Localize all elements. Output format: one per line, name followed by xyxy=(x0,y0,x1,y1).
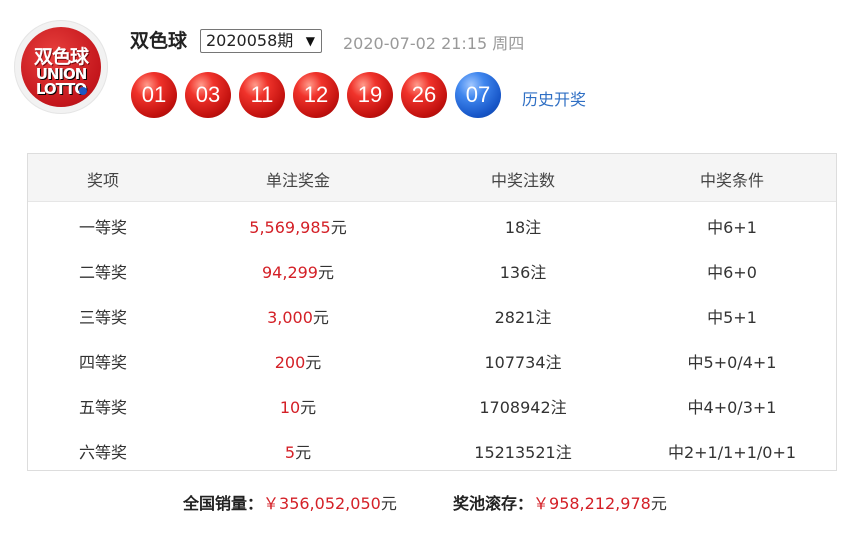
logo-text-bottom: UNION LOTTO xyxy=(35,65,88,98)
winner-count: 18注 xyxy=(504,218,542,237)
red-ball: 12 xyxy=(293,72,339,118)
table-row: 二等奖 94,299元 136注 中6+0 xyxy=(28,246,836,291)
win-condition: 中5+0/4+1 xyxy=(687,353,777,372)
amount-unit: 元 xyxy=(300,398,317,417)
table-row: 三等奖 3,000元 2821注 中5+1 xyxy=(28,291,836,336)
sales-unit: 元 xyxy=(380,494,397,513)
union-lotto-logo: 双色球 UNION LOTTO xyxy=(14,20,108,114)
amount-unit: 元 xyxy=(317,263,334,282)
header-prize-level: 奖项 xyxy=(86,171,119,190)
logo-badge: 双色球 UNION LOTTO xyxy=(21,27,101,107)
prize-level: 二等奖 xyxy=(78,263,127,282)
table-header: 奖项 单注奖金 中奖注数 中奖条件 xyxy=(28,154,836,202)
table-row: 五等奖 10元 1708942注 中4+0/3+1 xyxy=(28,381,836,426)
blue-ball: 07 xyxy=(455,72,501,118)
amount-unit: 元 xyxy=(295,443,312,462)
amount-unit: 元 xyxy=(330,218,347,237)
prize-amount: 3,000元 xyxy=(178,304,418,328)
prize-amount: 200元 xyxy=(178,349,418,373)
table-row: 六等奖 5元 15213521注 中2+1/1+1/0+1 xyxy=(28,426,836,471)
draw-datetime: 2020-07-02 21:15 周四 xyxy=(343,34,525,53)
prize-table: 奖项 单注奖金 中奖注数 中奖条件 一等奖 5,569,985元 18注 中6+… xyxy=(27,153,837,471)
prize-level: 四等奖 xyxy=(78,353,127,372)
winner-count: 2821注 xyxy=(494,308,552,327)
prize-level: 三等奖 xyxy=(78,308,127,327)
red-ball: 19 xyxy=(347,72,393,118)
game-title: 双色球 xyxy=(130,30,188,52)
win-condition: 中6+0 xyxy=(707,263,757,282)
winner-count: 15213521注 xyxy=(474,443,572,462)
jackpot-pool: 奖池滚存：￥958,212,978元 xyxy=(453,490,667,514)
pool-unit: 元 xyxy=(650,494,667,513)
prize-level: 一等奖 xyxy=(78,218,127,237)
prize-level: 六等奖 xyxy=(78,443,127,462)
sales-value: ￥356,052,050 xyxy=(263,494,381,513)
amount-value: 5 xyxy=(284,443,296,462)
issue-select[interactable]: 2020058期 ▼ xyxy=(200,29,322,53)
win-condition: 中2+1/1+1/0+1 xyxy=(667,443,797,462)
red-ball: 11 xyxy=(239,72,285,118)
win-condition: 中6+1 xyxy=(707,218,757,237)
issue-select-value: 2020058期 xyxy=(206,31,294,50)
national-sales: 全国销量：￥356,052,050元 xyxy=(183,490,397,514)
red-ball: 01 xyxy=(131,72,177,118)
win-condition: 中5+1 xyxy=(707,308,757,327)
prize-amount: 5元 xyxy=(178,439,418,463)
winner-count: 107734注 xyxy=(484,353,562,372)
header-winner-count: 中奖注数 xyxy=(490,171,555,190)
header-prize-amount: 单注奖金 xyxy=(265,171,330,190)
amount-unit: 元 xyxy=(312,308,329,327)
red-ball: 03 xyxy=(185,72,231,118)
win-condition: 中4+0/3+1 xyxy=(687,398,777,417)
winner-count: 136注 xyxy=(499,263,547,282)
prize-amount: 94,299元 xyxy=(178,259,418,283)
table-row: 四等奖 200元 107734注 中5+0/4+1 xyxy=(28,336,836,381)
table-row: 一等奖 5,569,985元 18注 中6+1 xyxy=(28,201,836,246)
pool-label: 奖池滚存： xyxy=(453,494,534,513)
prize-amount: 5,569,985元 xyxy=(178,214,418,238)
amount-value: 5,569,985 xyxy=(249,218,331,237)
amount-unit: 元 xyxy=(305,353,322,372)
winner-count: 1708942注 xyxy=(479,398,567,417)
prize-level: 五等奖 xyxy=(78,398,127,417)
red-ball: 26 xyxy=(401,72,447,118)
sales-label: 全国销量： xyxy=(183,494,264,513)
pool-value: ￥958,212,978 xyxy=(533,494,651,513)
amount-value: 10 xyxy=(279,398,301,417)
amount-value: 94,299 xyxy=(262,263,318,282)
amount-value: 3,000 xyxy=(267,308,313,327)
prize-amount: 10元 xyxy=(178,394,418,418)
history-draws-link[interactable]: 历史开奖 xyxy=(522,86,586,110)
dropdown-caret-icon: ▼ xyxy=(305,34,315,48)
header-win-condition: 中奖条件 xyxy=(699,171,764,190)
amount-value: 200 xyxy=(274,353,306,372)
logo-ball-icon xyxy=(79,87,87,95)
